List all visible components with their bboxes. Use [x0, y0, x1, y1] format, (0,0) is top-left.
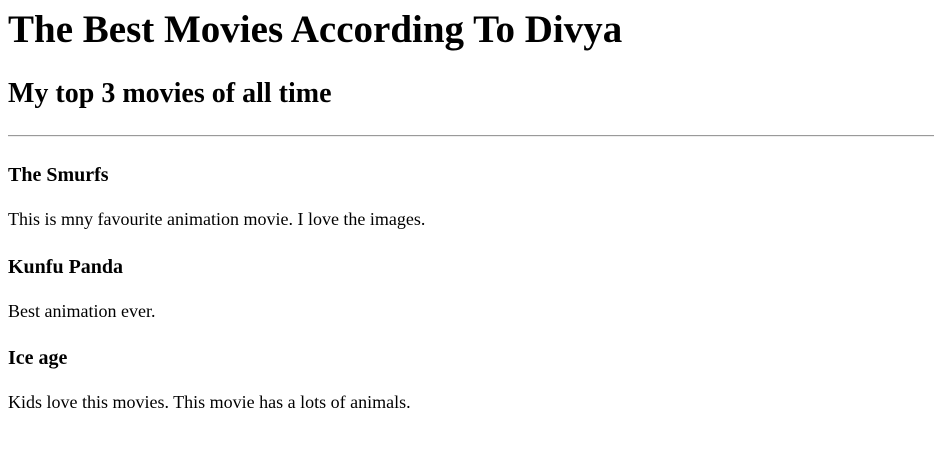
divider [8, 135, 934, 138]
page-subtitle: My top 3 movies of all time [8, 77, 332, 109]
movie-title: The Smurfs [8, 164, 109, 187]
movie-item: The Smurfs This is mny favourite animati… [8, 163, 934, 231]
movie-item: Ice age Kids love this movies. This movi… [8, 346, 934, 414]
movie-title: Kunfu Panda [8, 255, 124, 278]
page-content: The Best Movies According To Divya My to… [0, 8, 942, 414]
movie-title: Ice age [8, 347, 68, 370]
movie-description: This is mny favourite animation movie. I… [8, 209, 426, 230]
movie-item: Kunfu Panda Best animation ever. [8, 255, 934, 323]
movie-description: Best animation ever. [8, 300, 156, 321]
movie-list: The Smurfs This is mny favourite animati… [8, 163, 934, 414]
movie-description: Kids love this movies. This movie has a … [8, 392, 411, 413]
page-title: The Best Movies According To Divya [8, 8, 623, 51]
